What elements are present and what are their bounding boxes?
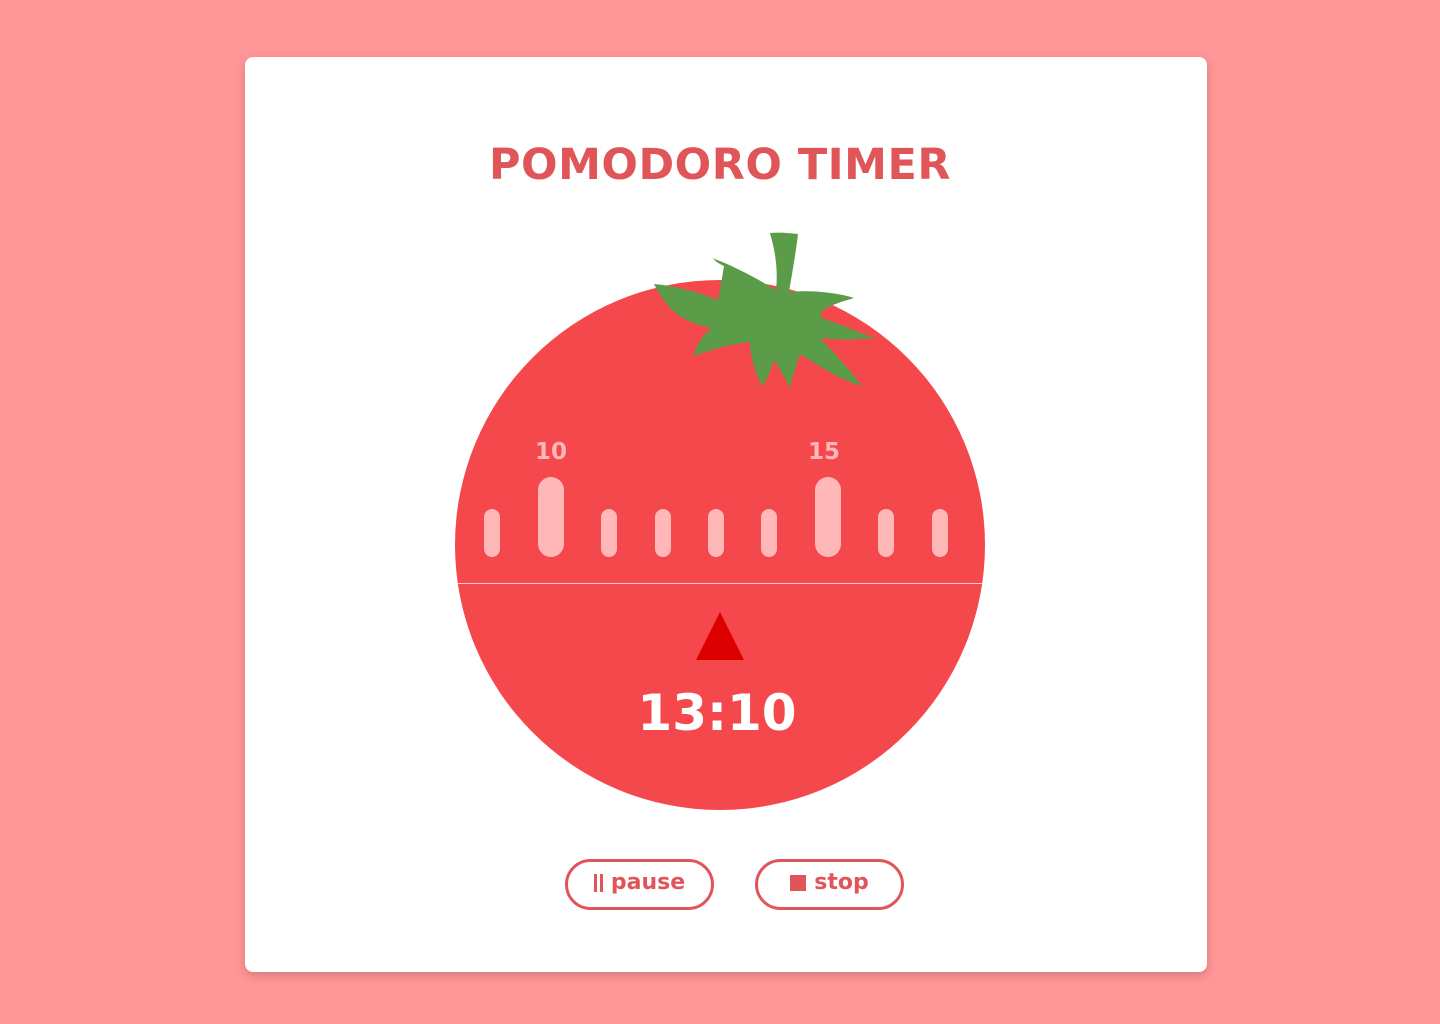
dial-divider: [455, 583, 985, 584]
dial-tick: [932, 509, 948, 557]
dial-label-10: 10: [534, 439, 567, 465]
pause-button-label: pause: [610, 870, 686, 895]
stop-icon: [790, 874, 807, 891]
dial-tick: [601, 509, 617, 557]
dial-tick-major: [815, 477, 841, 557]
pause-icon: [593, 873, 603, 892]
dial-tick-major: [538, 477, 564, 557]
tomato-leaves-icon: [654, 232, 876, 388]
page-title: POMODORO TIMER: [489, 140, 951, 190]
time-remaining: 13:10: [637, 684, 797, 742]
dial-tick: [655, 509, 671, 557]
stop-button[interactable]: stop: [755, 859, 904, 910]
dial-tick: [878, 509, 894, 557]
dial-tick: [708, 509, 724, 557]
dial-tick: [484, 509, 500, 557]
dial-label-15: 15: [807, 439, 840, 465]
stop-button-label: stop: [814, 870, 869, 895]
dial-tick: [761, 509, 777, 557]
triangle-pointer-icon: [696, 612, 744, 660]
pause-button[interactable]: pause: [565, 859, 714, 910]
